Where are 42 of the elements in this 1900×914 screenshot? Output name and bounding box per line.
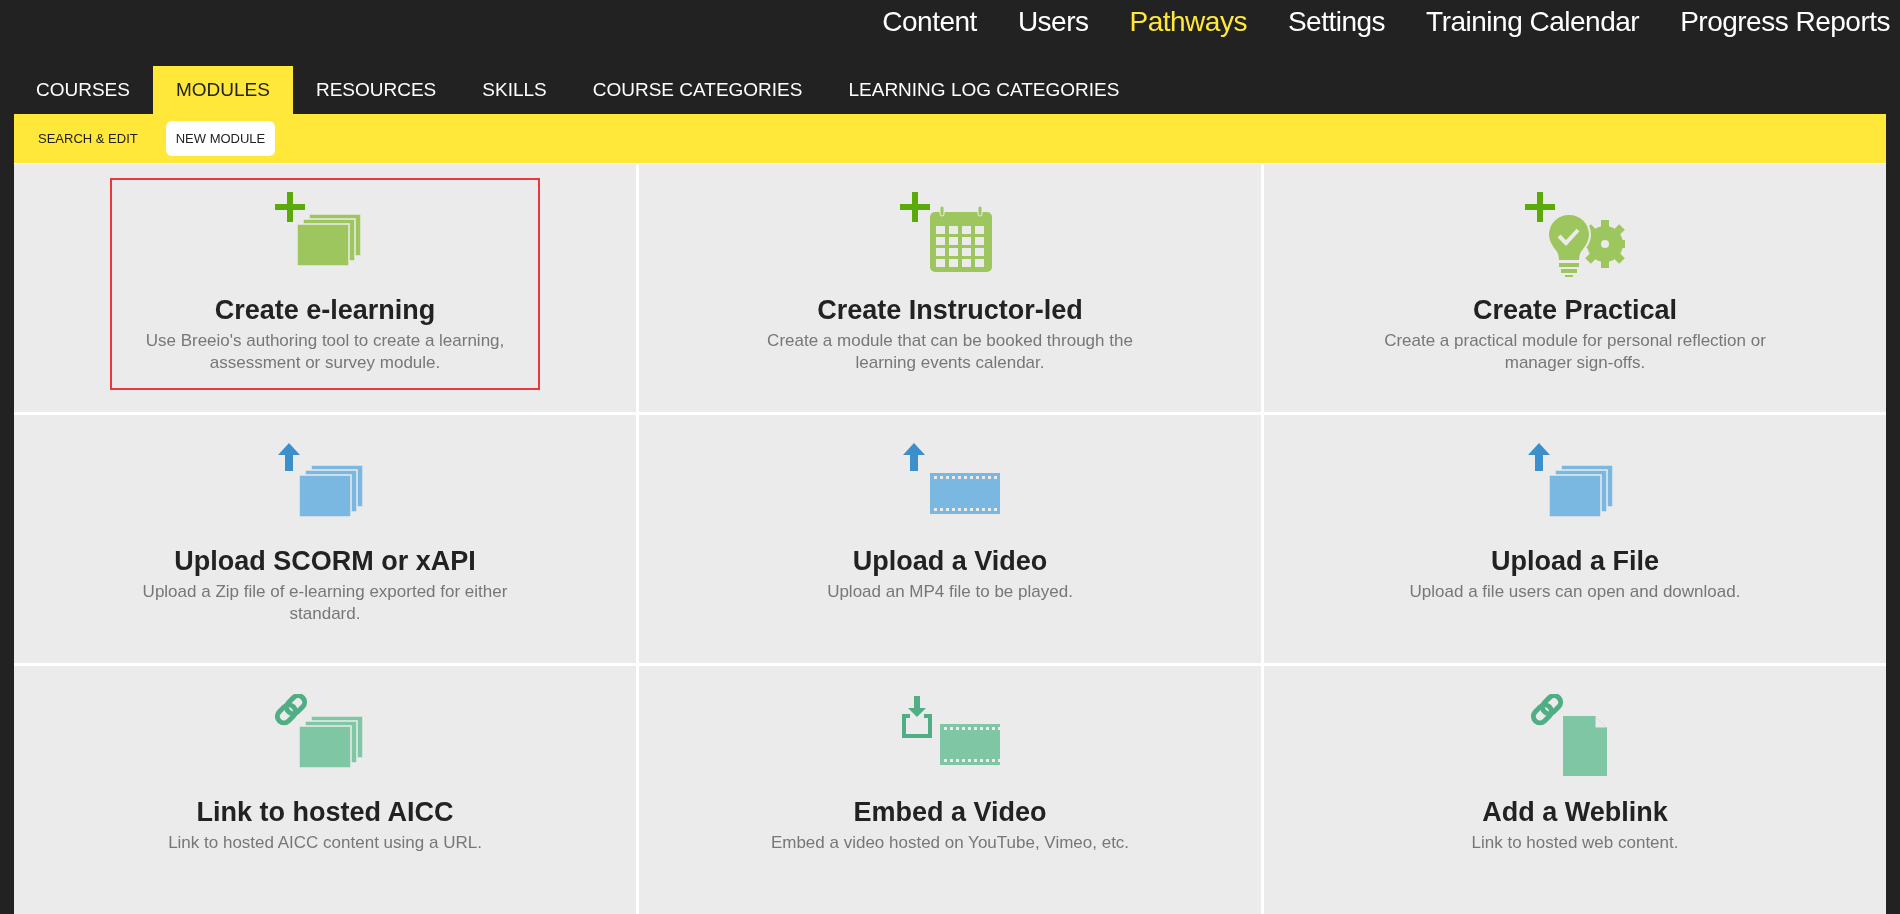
module-type-card[interactable]: Upload a File Upload a file users can open and download. — [1264, 415, 1886, 663]
module-type-card[interactable]: Link to hosted AICC Link to hosted AICC content using a URL. — [14, 666, 636, 914]
card-title: Create e-learning — [214, 294, 436, 326]
module-type-card[interactable]: Create Instructor-led Create a module that can be booked through the learning events calendar. — [639, 164, 1261, 412]
card-title: Link to hosted AICC — [196, 796, 454, 828]
card-description: Create a module that can be booked through the learning events calendar. — [766, 330, 1134, 374]
card-title: Upload a Video — [852, 545, 1048, 577]
module-type-card[interactable]: Create e-learning Use Breeio's authoring tool to create a learning, assessment or survey module. — [14, 164, 636, 412]
card-description: Embed a video hosted on YouTube, Vimeo, etc. — [769, 832, 1131, 854]
top-nav-link[interactable]: Pathways — [1129, 6, 1247, 67]
card-description: Upload an MP4 file to be played. — [826, 581, 1074, 603]
top-nav-link[interactable]: Progress Reports — [1680, 6, 1890, 67]
section-tab[interactable]: MODULES — [152, 66, 293, 115]
card-title: Create Practical — [1472, 294, 1678, 326]
module-type-card[interactable]: Embed a Video Embed a video hosted on YouTube, Vimeo, etc. — [639, 666, 1261, 914]
section-tab[interactable]: COURSE CATEGORIES — [569, 66, 826, 115]
section-tab[interactable]: LEARNING LOG CATEGORIES — [825, 66, 1143, 115]
card-description: Link to hosted web content. — [1470, 832, 1680, 854]
module-type-card[interactable]: Create Practical Create a practical module for personal reflection or manager sign-offs. — [1264, 164, 1886, 412]
card-description: Upload a Zip file of e-learning exported for either standard. — [141, 581, 509, 625]
card-description: Link to hosted AICC content using a URL. — [167, 832, 483, 854]
card-title: Upload a File — [1491, 545, 1659, 577]
card-title: Embed a Video — [853, 796, 1047, 828]
top-nav-link[interactable]: Content — [882, 6, 977, 67]
section-tab[interactable]: COURSES — [13, 66, 153, 115]
top-nav-link[interactable]: Settings — [1287, 6, 1386, 67]
module-type-card[interactable]: Upload a Video Upload an MP4 file to be played. — [639, 415, 1261, 663]
top-nav-link[interactable]: Users — [1017, 6, 1089, 67]
section-tab[interactable]: SKILLS — [459, 66, 570, 115]
card-title: Add a Weblink — [1482, 796, 1668, 828]
card-title: Create Instructor-led — [817, 294, 1083, 326]
card-description: Upload a file users can open and download. — [1408, 581, 1742, 603]
section-tab[interactable]: RESOURCES — [292, 66, 460, 115]
sub-tab[interactable]: NEW MODULE — [165, 120, 276, 157]
card-description: Create a practical module for personal reflection or manager sign-offs. — [1383, 330, 1767, 374]
card-title: Upload SCORM or xAPI — [174, 545, 476, 577]
sub-tab[interactable]: SEARCH & EDIT — [28, 120, 148, 157]
module-type-card[interactable]: Upload SCORM or xAPI Upload a Zip file of e-learning exported for either standard. — [14, 415, 636, 663]
module-type-card[interactable]: Add a Weblink Link to hosted web content. — [1264, 666, 1886, 914]
top-nav-link[interactable]: Training Calendar — [1426, 6, 1640, 67]
card-description: Use Breeio's authoring tool to create a learning, assessment or survey module. — [144, 330, 506, 374]
module-type-icon — [1525, 192, 1625, 280]
